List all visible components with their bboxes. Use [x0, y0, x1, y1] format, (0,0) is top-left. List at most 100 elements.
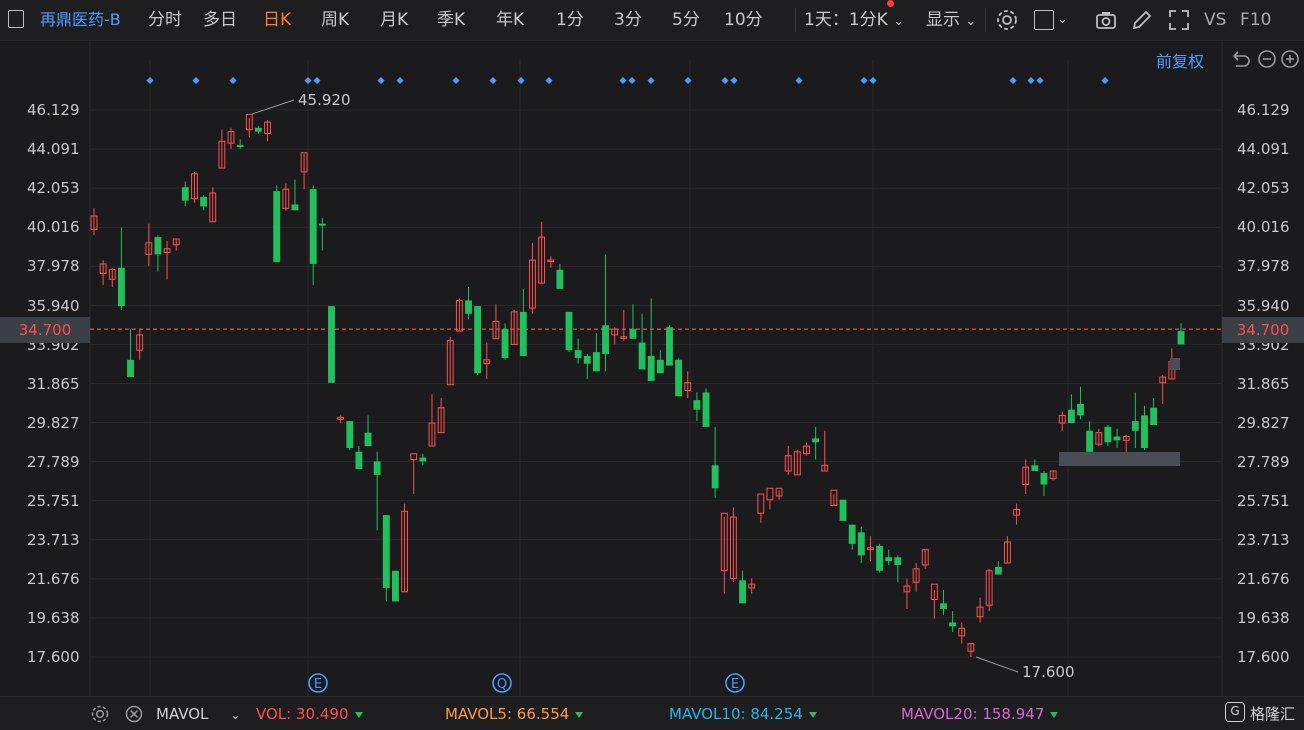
price-tick-right: 21.676: [1237, 570, 1290, 589]
mavol10-readout: MAVOL10: 84.254: [669, 705, 817, 723]
period-select[interactable]: 1天：1分K ⌄: [804, 8, 904, 32]
candle-body: [885, 557, 893, 562]
candle-body: [382, 515, 390, 588]
camera-icon[interactable]: [1094, 8, 1118, 32]
tab-2[interactable]: 日K: [263, 8, 291, 32]
candle-body: [236, 145, 244, 147]
candle-body: [876, 545, 883, 571]
price-tick-right: 29.827: [1237, 413, 1290, 432]
gear-icon[interactable]: [90, 704, 110, 724]
tab-8[interactable]: 3分: [614, 8, 642, 32]
candle-body: [519, 311, 527, 356]
price-tick-right: 27.789: [1237, 452, 1290, 471]
price-tick-left: 35.940: [27, 296, 80, 315]
indicator-select[interactable]: MAVOL ⌄: [156, 705, 240, 723]
candle-body: [848, 524, 856, 544]
reset-icon[interactable]: [1232, 51, 1250, 67]
price-tick-right: 35.940: [1237, 296, 1290, 315]
tab-5[interactable]: 季K: [437, 8, 465, 32]
tab-6[interactable]: 年K: [496, 8, 524, 32]
candle-body: [117, 267, 125, 307]
tab-9[interactable]: 5分: [672, 8, 700, 32]
display-select[interactable]: 显示 ⌄: [926, 8, 976, 32]
candle-body: [629, 329, 637, 339]
notification-dot: [887, 0, 894, 7]
chevron-down-icon[interactable]: ⌄: [1057, 8, 1068, 32]
price-tick-left: 40.016: [27, 218, 80, 237]
candle-body: [894, 557, 902, 565]
candle-body: [556, 269, 564, 289]
event-diamond-icon: [192, 76, 200, 85]
indicator-label: MAVOL: [156, 705, 209, 723]
candle-body: [757, 493, 765, 514]
candle-body: [839, 499, 847, 521]
adjust-button[interactable]: 前复权: [1156, 48, 1204, 72]
tab-4[interactable]: 月K: [380, 8, 408, 32]
mavol20-readout: MAVOL20: 158.947: [901, 705, 1059, 723]
event-diamond-icon: [860, 76, 868, 85]
candle-body: [702, 392, 710, 427]
price-tick-right: 31.865: [1237, 374, 1290, 393]
candle-body: [693, 400, 701, 410]
candle-body: [154, 237, 162, 255]
f10-button[interactable]: F10: [1240, 8, 1271, 32]
event-marker-label: E: [731, 677, 739, 692]
candle-body: [647, 355, 655, 381]
tab-3[interactable]: 周K: [321, 8, 349, 32]
close-icon[interactable]: [124, 704, 144, 724]
candle-body: [638, 342, 646, 370]
candle-body: [474, 306, 482, 374]
candle-body: [501, 329, 509, 358]
logo-text: 格隆汇: [1250, 705, 1296, 723]
event-diamond-icon: [619, 76, 627, 85]
stock-title: 再鼎医药-B: [40, 10, 121, 29]
indicator-bar: MAVOL ⌄ VOL: 30.490 MAVOL5: 66.554 MAVOL1…: [0, 696, 1304, 730]
candlestick-chart[interactable]: 45.920 17.600 E Q E: [0, 40, 1304, 696]
gear-icon[interactable]: [995, 8, 1019, 32]
candle-body: [410, 453, 418, 461]
display-label: 显示: [926, 10, 960, 30]
candle-body: [739, 580, 746, 604]
candle-body: [1113, 436, 1121, 441]
candle-body: [181, 187, 189, 201]
price-tick-left: 46.129: [27, 101, 80, 119]
candle-body: [318, 223, 326, 226]
vs-button[interactable]: VS: [1204, 8, 1226, 32]
vol-label: VOL:: [256, 705, 292, 723]
fullscreen-icon[interactable]: [1167, 8, 1191, 32]
price-tick-right: 42.053: [1237, 179, 1290, 198]
mavol20-label: MAVOL20:: [901, 705, 978, 723]
tab-1[interactable]: 多日: [203, 8, 237, 32]
tab-0[interactable]: 分时: [148, 8, 182, 32]
pencil-icon[interactable]: [1130, 8, 1154, 32]
candle-body: [373, 461, 381, 475]
drawing-box-icon[interactable]: [1034, 10, 1054, 30]
event-diamond-icon: [517, 76, 525, 85]
candle-body: [364, 432, 372, 447]
current-price-right: 34.700: [1222, 317, 1304, 343]
candle-body: [355, 451, 363, 470]
price-tick-left: 37.978: [27, 257, 80, 276]
candle-body: [1040, 472, 1048, 485]
candle-body: [711, 465, 719, 489]
price-tick-right: 40.016: [1237, 218, 1290, 237]
tab-10[interactable]: 10分: [724, 8, 763, 32]
candle-body: [675, 359, 683, 397]
vol-readout: VOL: 30.490: [256, 705, 363, 723]
price-tick-right: 37.978: [1237, 257, 1290, 276]
candle-body: [127, 359, 134, 378]
down-arrow-icon: [808, 711, 817, 718]
price-tick-right: 23.713: [1237, 531, 1290, 550]
candle-body: [1141, 415, 1148, 449]
sidebar-toggle-icon[interactable]: [8, 10, 24, 28]
price-tick-left: 17.600: [27, 648, 80, 667]
price-tick-left: 27.789: [27, 452, 80, 471]
event-diamond-icon: [452, 76, 460, 85]
candle-body: [565, 311, 573, 351]
logo-mark-icon: G: [1225, 702, 1245, 722]
tab-7[interactable]: 1分: [556, 8, 584, 32]
candle-body: [392, 570, 399, 602]
candle-body: [812, 438, 820, 443]
event-diamond-icon: [313, 76, 321, 85]
price-tick-right: 44.091: [1237, 140, 1290, 159]
